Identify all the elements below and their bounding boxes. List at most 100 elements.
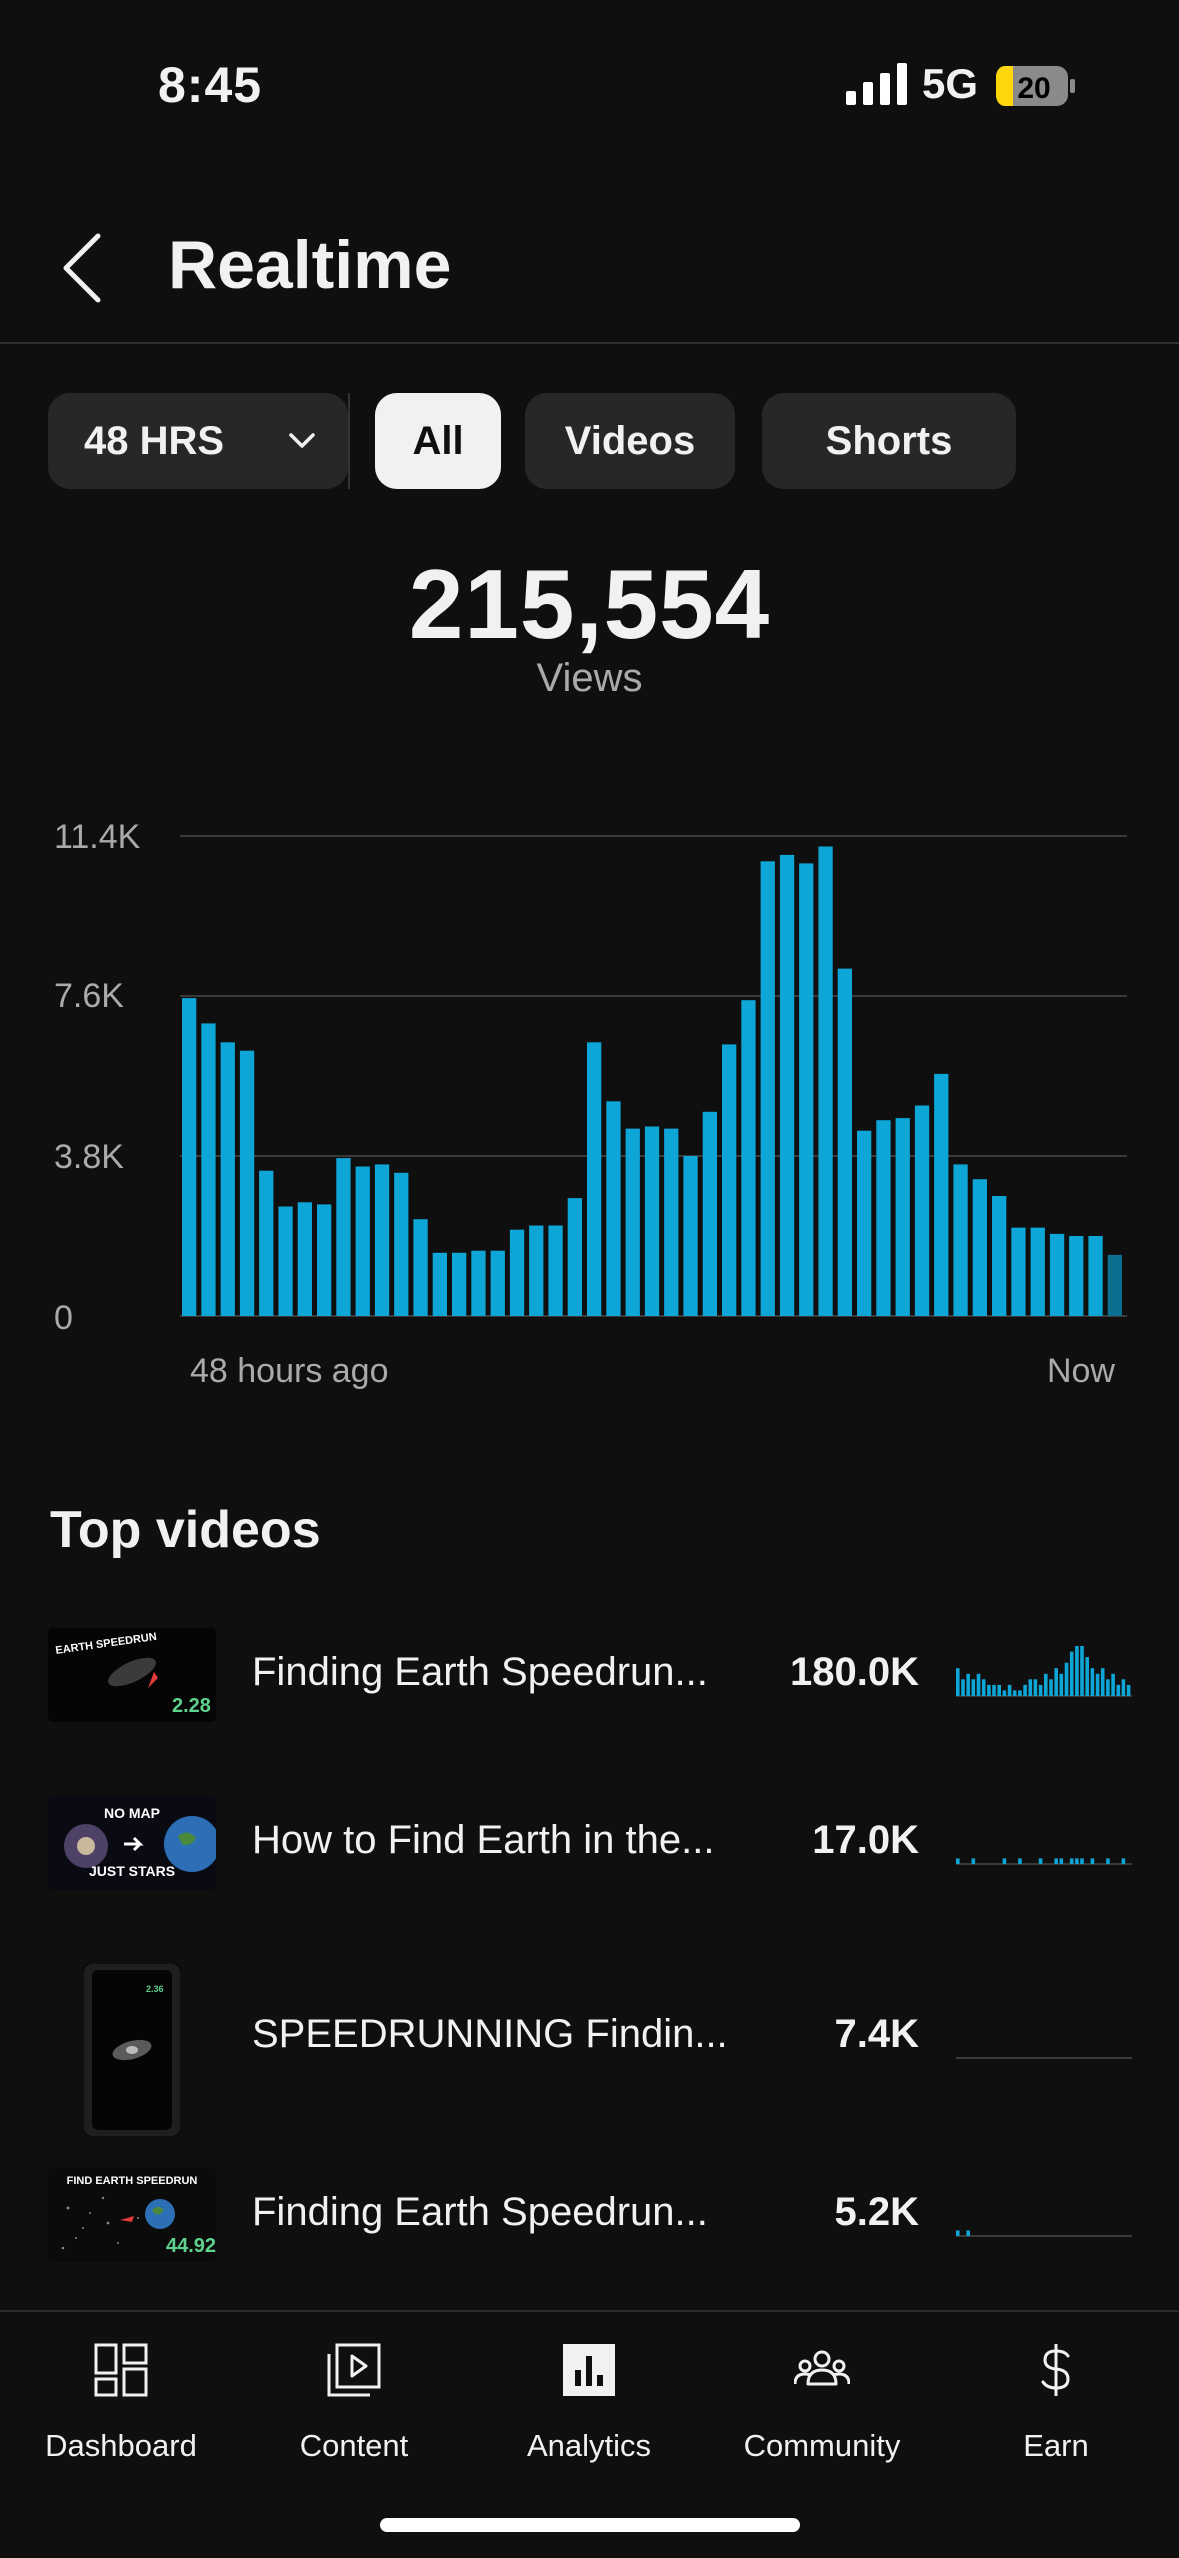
sparkline-bar — [992, 1684, 996, 1696]
sparkline-bar — [981, 1679, 986, 1696]
chart-bar[interactable] — [837, 968, 852, 1316]
nav-dashboard[interactable]: Dashboard — [21, 2332, 221, 2472]
sparkline-bar — [1064, 1662, 1069, 1696]
video-row[interactable]: 2.36 SPEEDRUNNING Findin... 7.4K — [0, 1962, 1179, 2138]
sparkline-bar — [966, 1673, 970, 1696]
chip-all[interactable]: All — [375, 393, 501, 489]
sparkline-bar — [1069, 1651, 1074, 1696]
video-sparkline — [956, 1858, 1132, 1865]
chart-bar[interactable] — [355, 1166, 370, 1317]
earn-icon — [1041, 2344, 1070, 2396]
chart-bar[interactable] — [259, 1170, 274, 1316]
battery-level: 20 — [1017, 72, 1050, 105]
chart-bar[interactable] — [644, 1126, 660, 1317]
sparkline-bar — [1054, 1858, 1058, 1864]
chart-bar[interactable] — [895, 1118, 910, 1316]
chart-bar[interactable] — [548, 1225, 563, 1317]
chart-bar[interactable] — [1069, 1236, 1084, 1316]
chart-bar[interactable] — [953, 1164, 968, 1316]
thumbnail-number: 44.92 — [166, 2235, 216, 2257]
chart-bar[interactable] — [201, 1023, 216, 1316]
chart-bar[interactable] — [606, 1101, 621, 1316]
chart-bar[interactable] — [336, 1158, 351, 1316]
chart-bar[interactable] — [664, 1128, 679, 1316]
chart-bar[interactable] — [1088, 1236, 1103, 1316]
status-time: 8:45 — [158, 57, 263, 113]
chart-bar[interactable] — [529, 1225, 544, 1317]
video-thumbnail: NO MAP JUST STARS — [48, 1796, 216, 1890]
sparkline-bar — [1007, 1684, 1012, 1696]
thumbnail-text: NO MAP — [104, 1805, 160, 1821]
sparkline-bar — [1106, 1858, 1110, 1864]
chart-bar[interactable] — [1107, 1254, 1122, 1316]
range-dropdown[interactable]: 48 HRS — [48, 393, 348, 489]
chart-bar[interactable] — [220, 1042, 235, 1316]
chart-bar[interactable] — [683, 1156, 698, 1316]
chart-bar[interactable] — [587, 1042, 602, 1316]
video-row[interactable]: EARTH SPEEDRUN 2.28 Finding Earth Speedr… — [0, 1624, 1179, 1764]
chart-bar[interactable] — [452, 1252, 467, 1316]
chart-bar[interactable] — [471, 1250, 486, 1316]
chart-bar[interactable] — [297, 1202, 312, 1316]
nav-label: Dashboard — [45, 2428, 197, 2463]
video-row[interactable]: NO MAP JUST STARS How to Find Earth in t… — [0, 1792, 1179, 1932]
chart-bar[interactable] — [490, 1250, 505, 1316]
y-tick-label: 7.6K — [54, 977, 124, 1015]
sparkline-bar — [1106, 1679, 1110, 1696]
top-videos-title: Top videos — [50, 1501, 321, 1559]
sparkline-bar — [1044, 1673, 1048, 1696]
chart-bar[interactable] — [317, 1204, 332, 1316]
chart-bar[interactable] — [818, 846, 833, 1317]
chart-bar[interactable] — [992, 1196, 1007, 1316]
battery-icon: 20 — [996, 66, 1075, 106]
back-arrow-icon[interactable] — [58, 230, 104, 306]
chart-bar[interactable] — [779, 854, 795, 1316]
chart-bar[interactable] — [972, 1179, 987, 1316]
sparkline-bar — [1126, 1684, 1131, 1696]
chart-bar[interactable] — [625, 1128, 640, 1316]
chart-bar[interactable] — [432, 1252, 447, 1316]
chart-bar[interactable] — [876, 1120, 891, 1316]
nav-label: Content — [299, 2428, 409, 2463]
video-row[interactable]: FIND EARTH SPEEDRUN 44.92 Finding Earth … — [0, 2164, 1179, 2304]
chart-bar[interactable] — [760, 861, 775, 1316]
chart-bar[interactable] — [374, 1164, 390, 1316]
chart-bar[interactable] — [1030, 1227, 1045, 1316]
total-views-value: 215,554 — [408, 549, 771, 659]
chart-bar[interactable] — [1049, 1233, 1065, 1316]
chart-bar[interactable] — [413, 1219, 428, 1316]
chart-bar[interactable] — [182, 998, 197, 1316]
nav-analytics[interactable]: Analytics — [489, 2332, 689, 2472]
total-views-label: Views — [536, 656, 643, 700]
chart-bar[interactable] — [509, 1229, 525, 1316]
nav-community[interactable]: Community — [722, 2332, 922, 2472]
video-views: 5.2K — [834, 2190, 920, 2234]
thumbnail-text: JUST STARS — [89, 1863, 175, 1879]
sparkline-bar — [1116, 1684, 1121, 1696]
chip-shorts[interactable]: Shorts — [762, 393, 1016, 489]
chart-bar[interactable] — [799, 863, 814, 1316]
video-title: Finding Earth Speedrun... — [252, 1650, 708, 1694]
chart-bar[interactable] — [394, 1172, 409, 1316]
chart-bar[interactable] — [239, 1050, 255, 1316]
chart-bar[interactable] — [857, 1130, 872, 1316]
chart-bar[interactable] — [567, 1198, 582, 1316]
video-views: 7.4K — [834, 2012, 920, 2056]
sparkline-bar — [956, 1858, 960, 1864]
sparkline-bar — [1002, 1690, 1007, 1696]
sparkline-bar — [1038, 1684, 1043, 1696]
sparkline-bar — [1018, 1690, 1022, 1696]
chart-bar[interactable] — [722, 1044, 737, 1316]
chip-videos[interactable]: Videos — [525, 393, 735, 489]
chart-bar[interactable] — [702, 1111, 717, 1316]
video-sparkline — [956, 2057, 1132, 2059]
sparkline-bar — [956, 2230, 960, 2236]
chart-bar[interactable] — [278, 1206, 293, 1317]
video-thumbnail: 2.36 — [84, 1964, 180, 2136]
chart-bar[interactable] — [741, 1000, 756, 1316]
chart-bar[interactable] — [934, 1073, 949, 1316]
nav-content[interactable]: Content — [254, 2332, 454, 2472]
chart-bar[interactable] — [914, 1105, 930, 1317]
nav-earn[interactable]: Earn — [956, 2332, 1156, 2472]
chart-bar[interactable] — [1011, 1227, 1026, 1316]
